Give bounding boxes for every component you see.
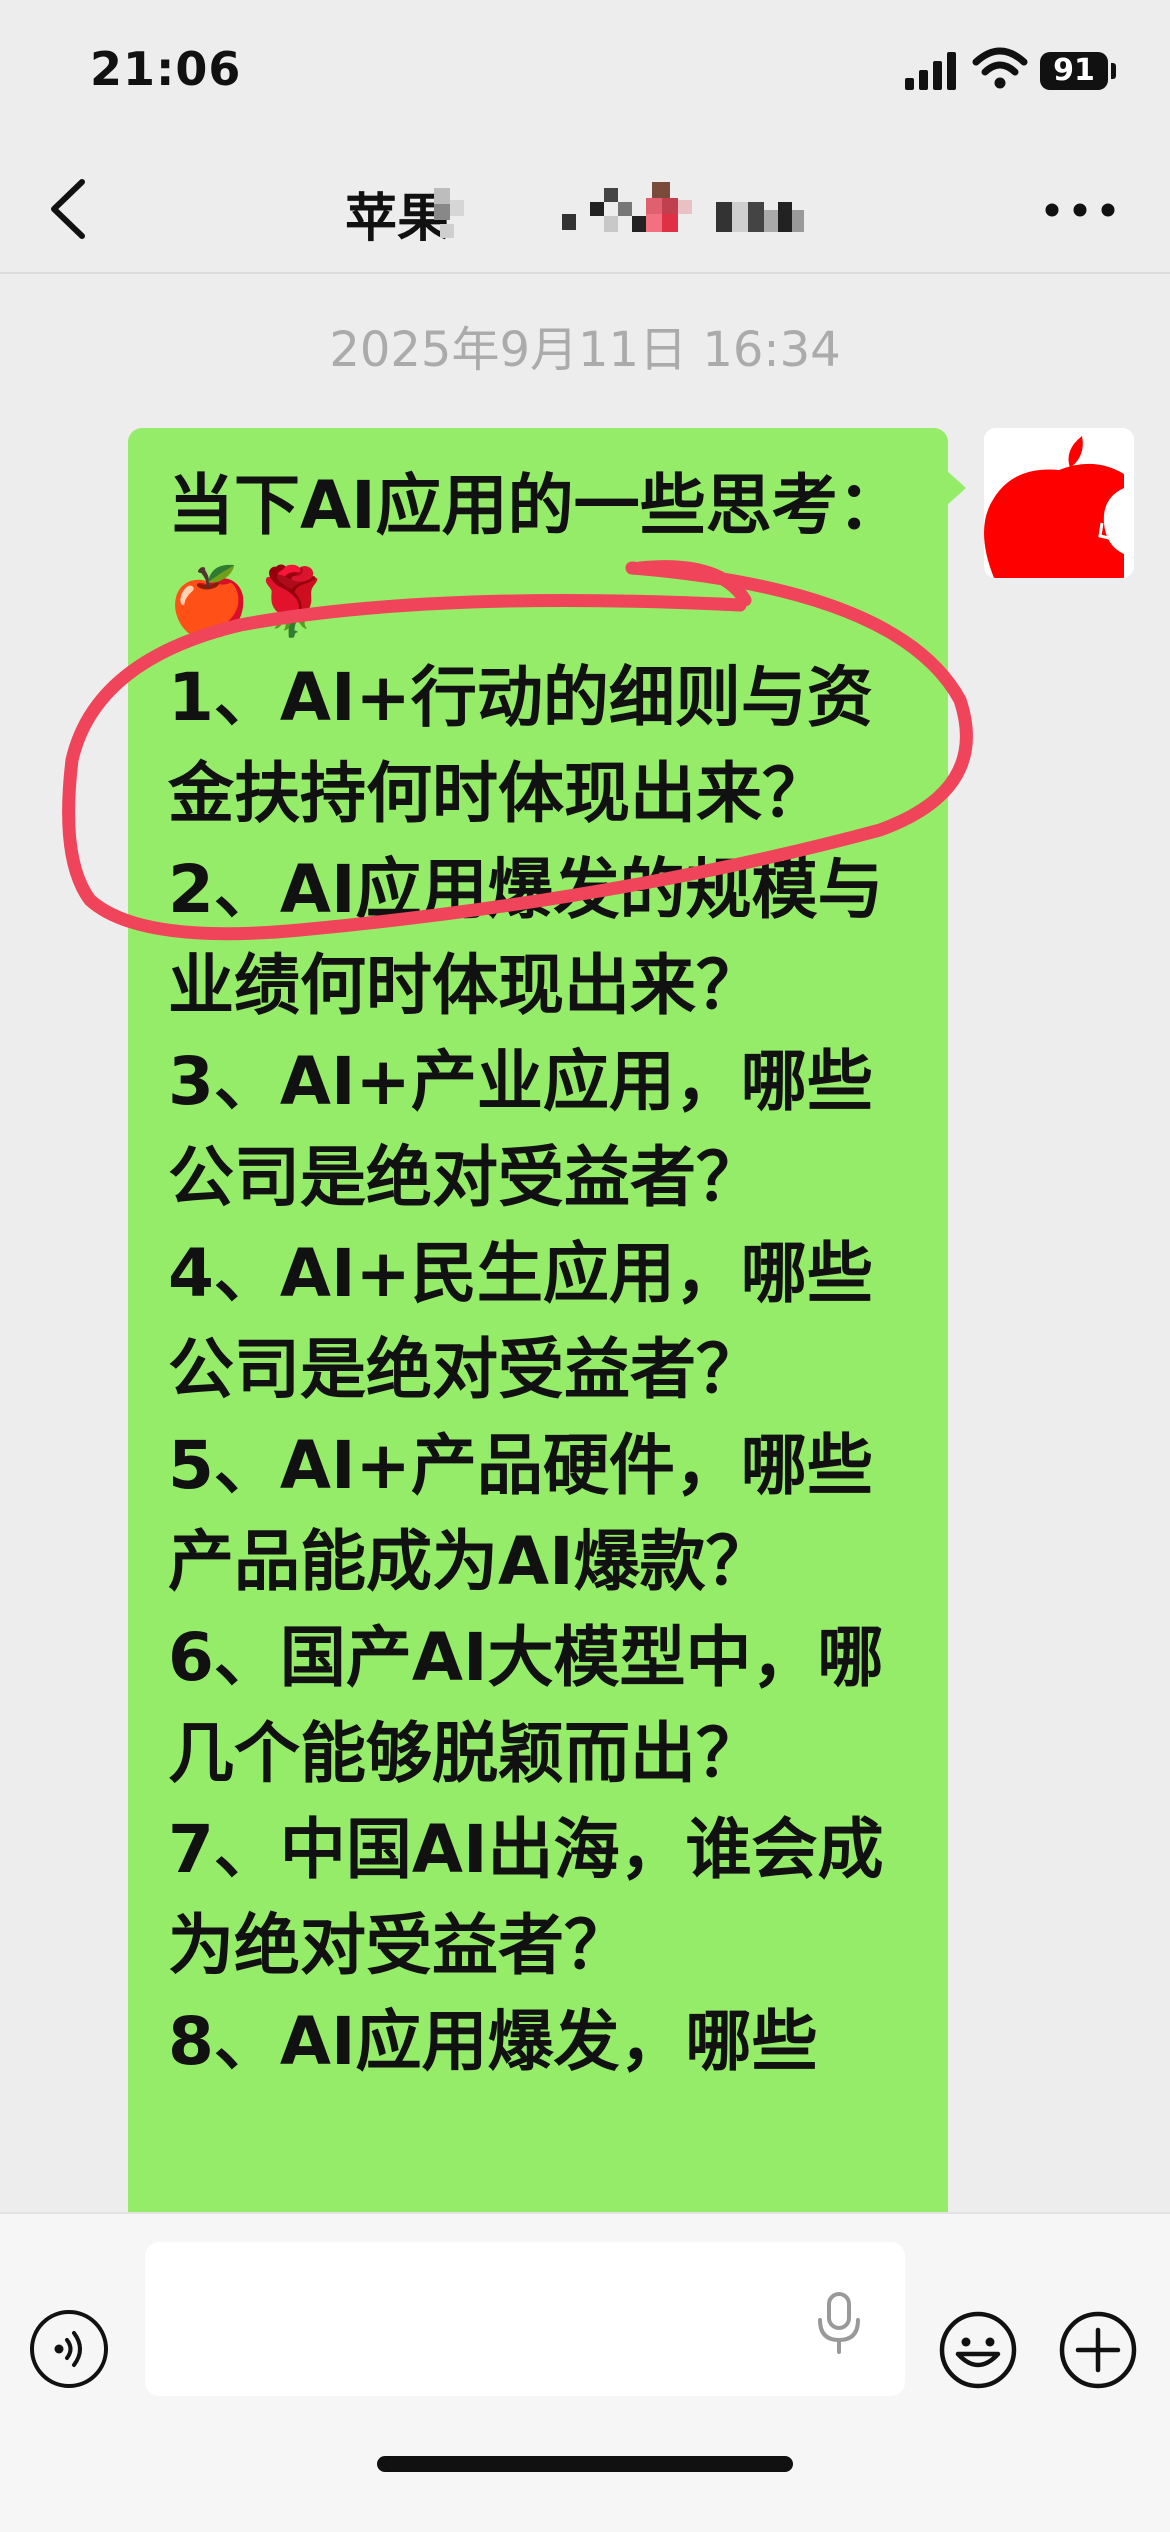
voice-button[interactable] <box>30 2310 108 2388</box>
avatar[interactable] <box>984 428 1134 578</box>
microphone-icon[interactable] <box>812 2290 866 2356</box>
title-mosaic <box>434 182 804 238</box>
battery-indicator: 91 <box>1040 52 1108 90</box>
chevron-left-icon[interactable] <box>40 174 100 244</box>
plus-icon[interactable] <box>1058 2310 1138 2390</box>
status-bar: 21:06 91 <box>0 0 1170 150</box>
voice-icon <box>54 2331 82 2367</box>
wifi-icon <box>972 47 1028 89</box>
bubble-tail <box>946 470 966 506</box>
battery-tip <box>1111 63 1116 79</box>
emoji-icon[interactable] <box>938 2310 1018 2390</box>
message-bubble[interactable]: 当下AI应用的一些思考：🍎🌹 1、AI+行动的细则与资金扶持何时体现出来？ 2、… <box>128 428 948 2248</box>
status-time: 21:06 <box>90 42 242 96</box>
message-timestamp: 2025年9月11日 16:34 <box>329 322 841 378</box>
chat-screen: 21:06 91 苹果 2025年9月11日 16:34 当下AI应用的一些思考… <box>0 0 1170 2532</box>
message-text: 当下AI应用的一些思考：🍎🌹 1、AI+行动的细则与资金扶持何时体现出来？ 2、… <box>168 467 904 2080</box>
message-input[interactable] <box>145 2242 905 2396</box>
more-dots-icon[interactable] <box>1040 190 1120 230</box>
home-indicator[interactable] <box>377 2456 793 2472</box>
input-bar <box>0 2212 1170 2532</box>
cellular-signal-icon <box>905 50 957 90</box>
apple-logo-icon <box>984 428 1134 578</box>
